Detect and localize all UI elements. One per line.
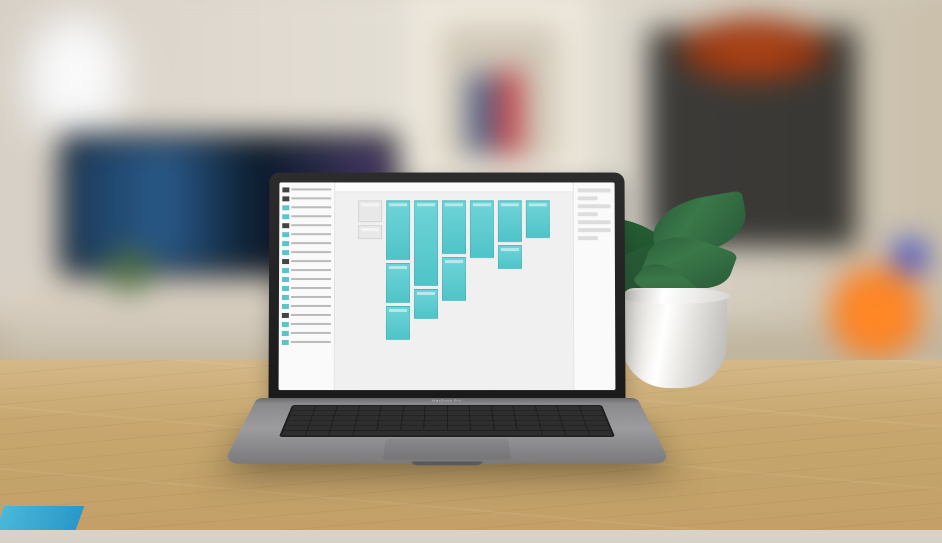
- layer-row: [282, 303, 331, 309]
- layer-row: [282, 231, 331, 237]
- property-row: [578, 236, 598, 240]
- layers-panel: [279, 182, 336, 390]
- artboard: [386, 200, 410, 260]
- artboard: [470, 200, 494, 258]
- layer-row: [282, 294, 331, 300]
- laptop-lid: [268, 173, 625, 401]
- artboard: [526, 200, 550, 238]
- small-plant: [102, 249, 154, 291]
- layer-row: [282, 321, 331, 327]
- artboard: [442, 200, 466, 254]
- layer-row: [282, 267, 331, 273]
- property-row: [578, 212, 598, 216]
- layer-row: [282, 222, 331, 228]
- laptop-base: MacBook Pro: [223, 398, 671, 464]
- artboard: [498, 245, 522, 269]
- plant-pot: [622, 288, 727, 388]
- artboard: [358, 200, 382, 222]
- layer-row: [282, 276, 331, 282]
- layer-row: [282, 339, 331, 345]
- layer-row: [282, 249, 331, 255]
- layer-row: [282, 240, 331, 246]
- artboard: [386, 306, 410, 340]
- app-titlebar: [335, 182, 572, 192]
- layer-row: [282, 204, 331, 210]
- property-row: [578, 196, 598, 200]
- layer-row: [282, 186, 331, 192]
- laptop-screen: [279, 182, 616, 390]
- design-canvas: [335, 182, 574, 390]
- property-row: [578, 228, 611, 232]
- artboard: [386, 263, 410, 303]
- blue-object-foreground: [0, 506, 84, 530]
- property-row: [578, 220, 611, 224]
- red-object: [499, 71, 520, 155]
- blue-book: [470, 75, 493, 153]
- ambient-light: [813, 260, 939, 365]
- keyboard: [279, 405, 615, 437]
- layer-row: [282, 330, 331, 336]
- artboard: [358, 225, 382, 239]
- layer-row: [282, 258, 331, 264]
- properties-panel: [573, 182, 616, 390]
- layer-row: [282, 195, 331, 201]
- artboard: [498, 200, 522, 242]
- layer-row: [282, 213, 331, 219]
- laptop-model-label: MacBook Pro: [255, 399, 639, 402]
- laptop: MacBook Pro: [257, 172, 637, 496]
- property-row: [578, 188, 611, 192]
- front-notch: [412, 461, 483, 465]
- artboard: [442, 257, 466, 301]
- artboard: [414, 200, 438, 286]
- artboard: [414, 289, 438, 319]
- trackpad: [383, 439, 511, 460]
- property-row: [578, 204, 611, 208]
- layer-row: [282, 285, 331, 291]
- layer-row: [282, 312, 331, 318]
